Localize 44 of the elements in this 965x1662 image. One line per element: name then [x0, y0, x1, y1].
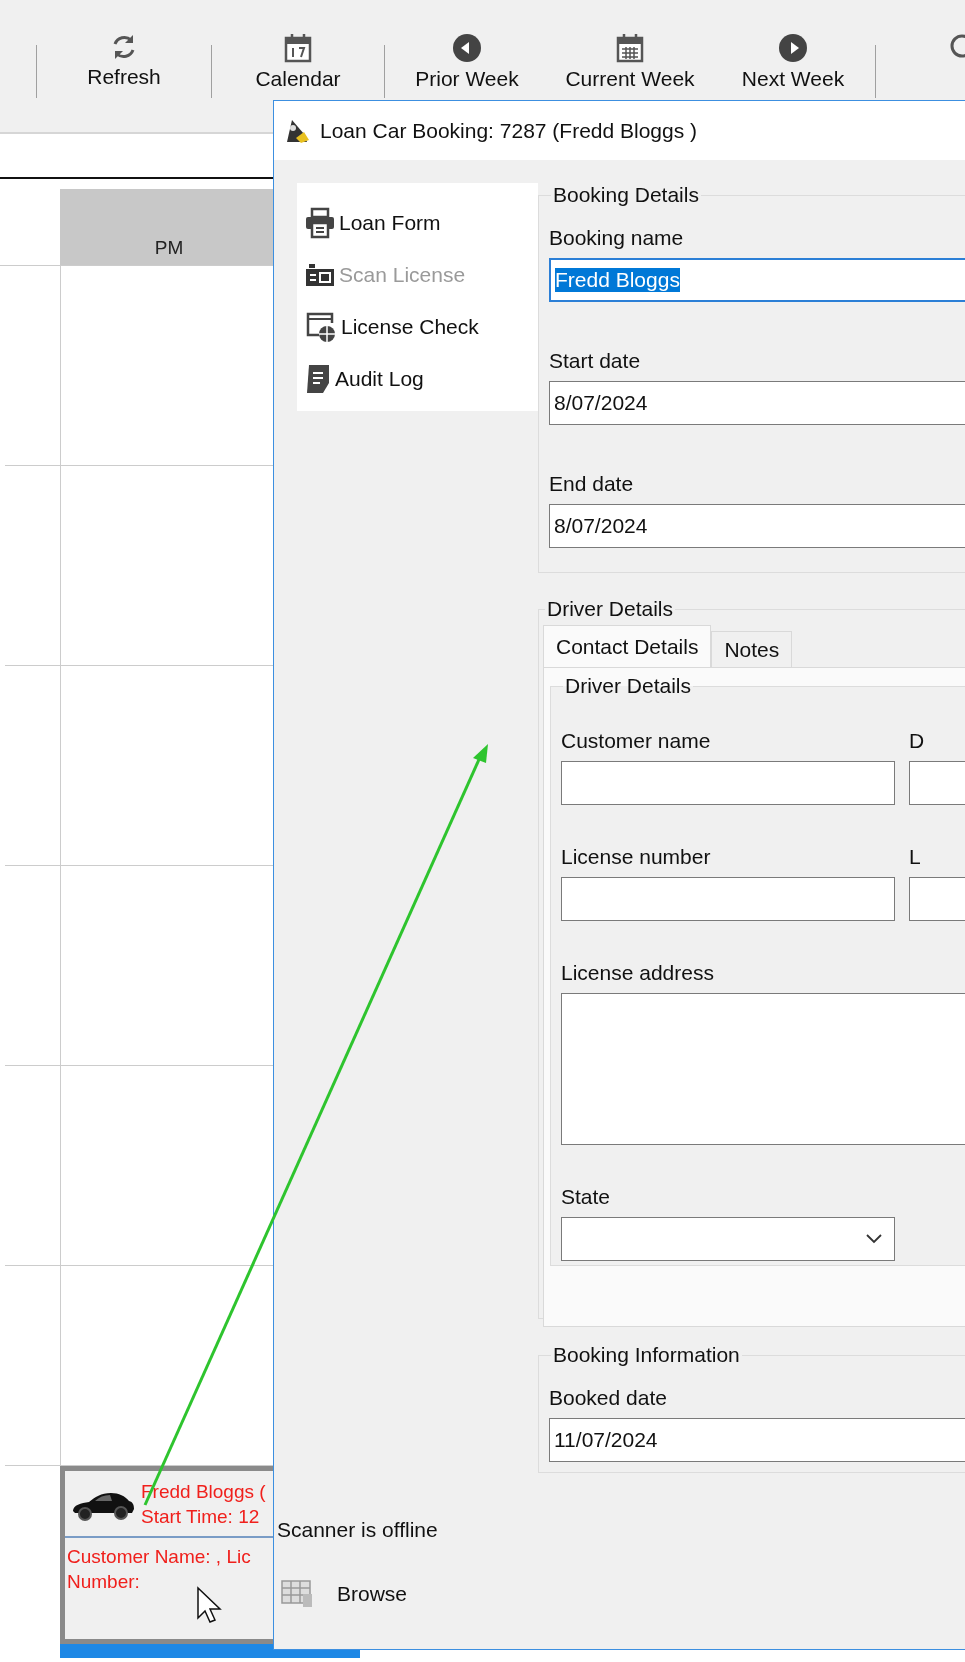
group-title: Booking Information [552, 1343, 741, 1367]
field-label: Start date [549, 348, 642, 374]
chevron-down-icon [866, 1234, 882, 1244]
text-field[interactable]: 11/07/2024 [549, 1418, 965, 1462]
next-icon [778, 33, 808, 63]
printer-icon [305, 207, 335, 239]
group-title: Driver Details [546, 597, 675, 621]
field-label: End date [549, 471, 635, 497]
field-label: Booking name [549, 225, 685, 251]
field-label: License number [561, 844, 712, 870]
field-label: License address [561, 960, 715, 986]
group-title: Booking Details [552, 183, 700, 207]
appointment-text: Customer Name: , Lic [67, 1545, 252, 1569]
scanner-icon [305, 263, 335, 287]
calendar-icon [284, 33, 312, 63]
text-field[interactable] [561, 877, 895, 921]
toolbar-button[interactable]: Prior Week [385, 3, 549, 99]
previous-icon [452, 33, 482, 63]
field-label: Customer name [561, 728, 712, 754]
toolbar-button[interactable]: Refresh [37, 3, 211, 99]
text-field[interactable]: Fredd Bloggs [549, 258, 965, 302]
document-icon [305, 363, 331, 395]
tab[interactable]: Contact Details [543, 625, 712, 667]
field-label: D [909, 729, 925, 752]
field-label: L [909, 845, 921, 868]
browser-globe-icon [305, 311, 337, 343]
table-icon [281, 1580, 313, 1608]
dropdown[interactable] [561, 1217, 895, 1261]
menu-item[interactable]: License Check [297, 301, 538, 353]
field-label: Booked date [549, 1385, 668, 1411]
calendar-icon [616, 33, 644, 63]
appointment-text: Start Time: 12 [141, 1504, 261, 1529]
text-field[interactable]: 8/07/2024 [549, 504, 965, 548]
toolbar-button[interactable]: Calendar [212, 3, 384, 99]
window-title: Loan Car Booking: 7287 (Fredd Bloggs ) [320, 118, 698, 143]
menu-item[interactable]: Audit Log [297, 353, 538, 405]
toolbar-button[interactable]: Current Week [549, 3, 711, 99]
field-label: State [561, 1184, 612, 1210]
toolbar-button[interactable]: Next Week [711, 3, 875, 99]
text-field[interactable]: 8/07/2024 [549, 381, 965, 425]
cursor-icon [197, 1586, 222, 1623]
text-field[interactable] [561, 761, 895, 805]
tab[interactable]: Notes [711, 631, 793, 667]
group-title: Driver Details [564, 674, 693, 698]
